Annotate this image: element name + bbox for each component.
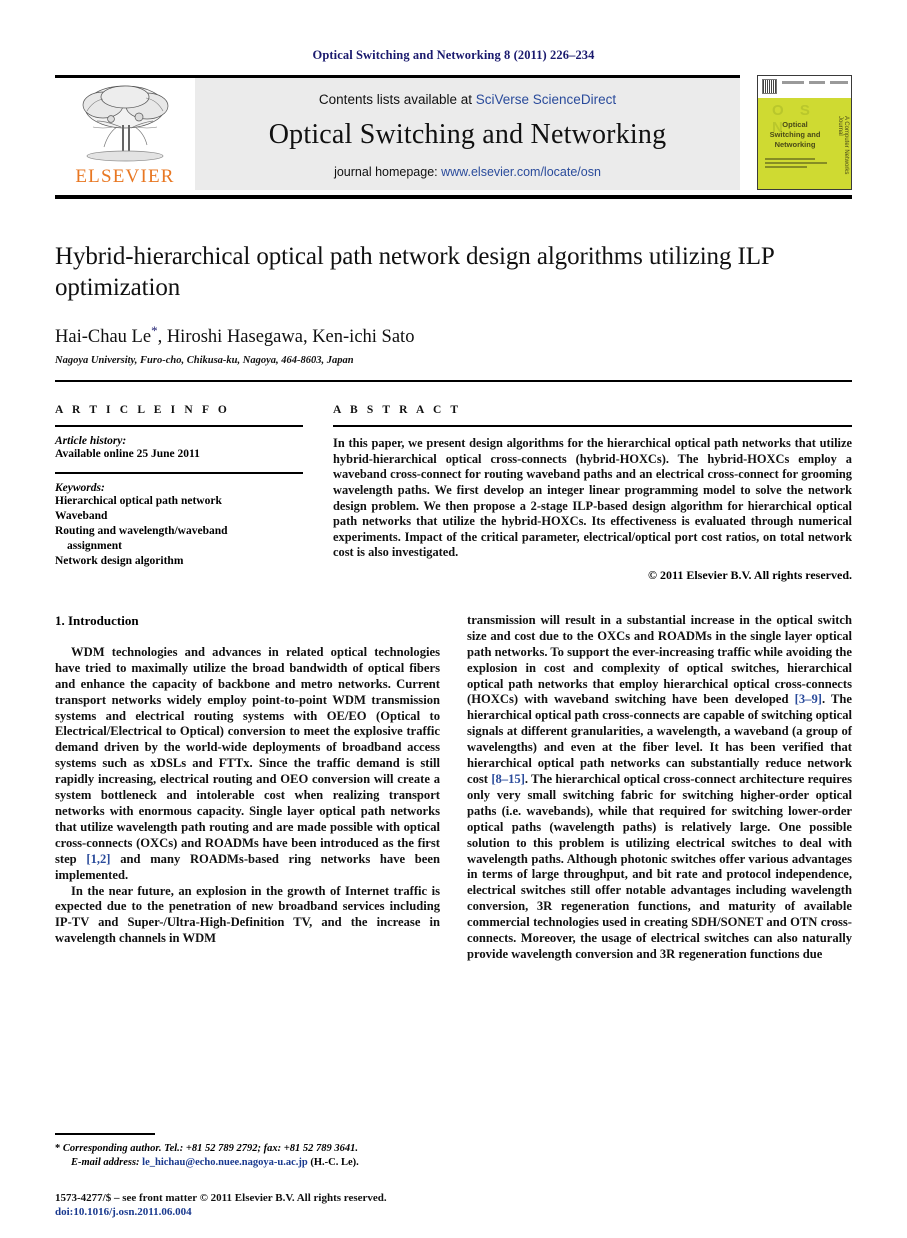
homepage-prefix: journal homepage: <box>334 164 442 179</box>
paragraph-text-a: WDM technologies and advances in related… <box>55 644 440 866</box>
email-label: E-mail address: <box>71 1157 140 1168</box>
keywords-label: Keywords: <box>55 482 105 495</box>
author-names: Hai-Chau Le*, Hiroshi Hasegawa, Ken-ichi… <box>55 323 415 348</box>
journal-homepage-line: journal homepage: www.elsevier.com/locat… <box>334 165 601 179</box>
cover-body: O S N Optical Switching and Networking A… <box>758 98 851 189</box>
paper-page: Optical Switching and Networking 8 (2011… <box>0 0 907 1238</box>
abstract-heading: A B S T R A C T <box>333 404 462 417</box>
abstract-text: In this paper, we present design algorit… <box>333 436 852 560</box>
paragraph-text-c: . The hierarchical optical cross-connect… <box>467 771 852 961</box>
elsevier-wordmark: ELSEVIER <box>75 166 175 187</box>
elsevier-logo: ELSEVIER <box>55 78 195 190</box>
keyword-item: Routing and wavelength/waveband <box>55 525 228 538</box>
abstract-column: A B S T R A C T In this paper, we presen… <box>333 404 852 583</box>
body-paragraph: transmission will result in a substantia… <box>467 613 852 963</box>
body-columns: 1. Introduction WDM technologies and adv… <box>55 613 852 963</box>
article-history-value: Available online 25 June 2011 <box>55 448 200 461</box>
running-head: Optical Switching and Networking 8 (2011… <box>312 48 595 62</box>
keyword-item: assignment <box>67 540 122 553</box>
footnote-marker: * <box>55 1143 61 1154</box>
title-divider <box>55 380 852 383</box>
abstract-rule <box>333 425 852 428</box>
sciencedirect-link[interactable]: SciVerse ScienceDirect <box>476 92 616 107</box>
email-suffix: (H.-C. Le). <box>310 1157 359 1168</box>
keyword-item: Network design algorithm <box>55 555 184 568</box>
keyword-item: Waveband <box>55 510 108 523</box>
footnote-rule <box>55 1133 155 1135</box>
footnote-contact-line: * Corresponding author. Tel.: +81 52 789… <box>55 1142 440 1156</box>
cover-header-marks <box>782 81 848 84</box>
column-gutter <box>440 613 467 963</box>
elsevier-tree-icon <box>77 81 173 165</box>
footnote-email-line: E-mail address: le_hichau@echo.nuee.nago… <box>55 1156 440 1170</box>
journal-header-band: Contents lists available at SciVerse Sci… <box>195 78 740 190</box>
article-info-column: A R T I C L E I N F O Article history: A… <box>55 404 303 583</box>
contents-available-line: Contents lists available at SciVerse Sci… <box>319 92 616 107</box>
journal-masthead: ELSEVIER Contents lists available at Sci… <box>55 75 852 199</box>
body-paragraph: In the near future, an explosion in the … <box>55 883 440 946</box>
masthead-bottom-rule <box>55 195 852 199</box>
keyword-item: Hierarchical optical path network <box>55 495 222 508</box>
citation-ref[interactable]: [3–9] <box>795 692 822 706</box>
abstract-copyright: © 2011 Elsevier B.V. All rights reserved… <box>648 567 852 582</box>
article-history-label: Article history: <box>55 435 127 448</box>
corresponding-author-footnote: * Corresponding author. Tel.: +81 52 789… <box>55 1133 440 1170</box>
contents-prefix: Contents lists available at <box>318 91 476 107</box>
footnote-corresponding-text: Corresponding author. Tel.: +81 52 789 2… <box>62 1143 358 1154</box>
author-list: Hai-Chau Le*, Hiroshi Hasegawa, Ken-ichi… <box>55 323 852 348</box>
body-paragraph: WDM technologies and advances in related… <box>55 645 440 884</box>
paragraph-text-b: and many ROADMs-based ring networks have… <box>55 851 440 882</box>
title-block: Hybrid-hierarchical optical path network… <box>55 241 852 383</box>
page-title: Hybrid-hierarchical optical path network… <box>55 243 774 301</box>
cover-subtitle-lines <box>765 158 835 170</box>
barcode-icon <box>762 79 777 94</box>
journal-title: Optical Switching and Networking <box>268 118 667 150</box>
article-info-rule <box>55 425 303 428</box>
column-gap <box>303 404 333 583</box>
issn-doi-block: 1573-4277/$ – see front matter © 2011 El… <box>55 1191 475 1218</box>
article-info-heading: A R T I C L E I N F O <box>55 404 230 417</box>
info-abstract-row: A R T I C L E I N F O Article history: A… <box>55 404 852 583</box>
section-heading-introduction: 1. Introduction <box>55 612 139 628</box>
masthead-band: ELSEVIER Contents lists available at Sci… <box>55 78 740 190</box>
citation-ref[interactable]: [8–15] <box>491 772 525 786</box>
email-link[interactable]: le_hichau@echo.nuee.nagoya-u.ac.jp <box>142 1157 308 1168</box>
cover-side-text: A Computer Networks Journal <box>837 116 849 175</box>
cover-top-strip <box>758 76 851 98</box>
journal-cover-thumbnail: O S N Optical Switching and Networking A… <box>757 75 852 190</box>
body-left-column: 1. Introduction WDM technologies and adv… <box>55 613 440 963</box>
keywords-rule <box>55 472 303 475</box>
journal-homepage-link[interactable]: www.elsevier.com/locate/osn <box>441 165 601 179</box>
affiliation: Nagoya University, Furo-cho, Chikusa-ku,… <box>55 355 354 367</box>
doi-link[interactable]: doi:10.1016/j.osn.2011.06.004 <box>55 1206 475 1218</box>
cover-journal-name: Optical Switching and Networking <box>769 120 821 149</box>
issn-line: 1573-4277/$ – see front matter © 2011 El… <box>55 1192 387 1204</box>
citation-ref[interactable]: [1,2] <box>86 852 110 866</box>
body-right-column: transmission will result in a substantia… <box>467 613 852 963</box>
